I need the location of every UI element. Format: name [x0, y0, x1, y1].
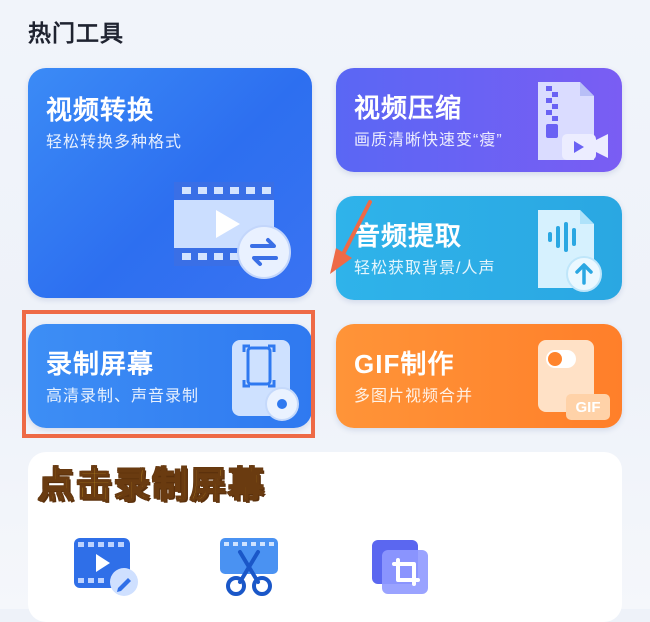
section-title: 热门工具	[28, 20, 124, 46]
crop-icon[interactable]	[368, 536, 432, 598]
audio-file-icon	[538, 210, 602, 292]
card-title: 视频转换	[46, 95, 155, 125]
callout-text: 点击录制屏幕	[37, 463, 267, 506]
card-subtitle: 轻松转换多种格式	[46, 134, 183, 151]
video-cut-icon[interactable]	[218, 536, 280, 598]
card-title: GIF制作	[354, 349, 455, 379]
gif-make-card[interactable]: GIF制作 多图片视频合并 GIF	[336, 324, 622, 428]
video-compress-card[interactable]: 视频压缩 画质清晰快速变“瘦”	[336, 68, 622, 172]
card-subtitle: 多图片视频合并	[354, 388, 474, 405]
video-edit-icon[interactable]	[72, 536, 140, 598]
zip-video-icon	[538, 82, 608, 160]
video-convert-icon	[174, 182, 291, 279]
card-subtitle: 画质清晰快速变“瘦”	[354, 132, 503, 149]
card-title: 视频压缩	[354, 93, 463, 123]
gif-file-icon: GIF	[538, 340, 610, 420]
highlight-box	[22, 310, 315, 438]
gif-badge: GIF	[576, 399, 601, 416]
pointer-arrow-icon	[330, 200, 372, 274]
video-convert-card[interactable]: 视频转换 轻松转换多种格式	[28, 68, 312, 298]
